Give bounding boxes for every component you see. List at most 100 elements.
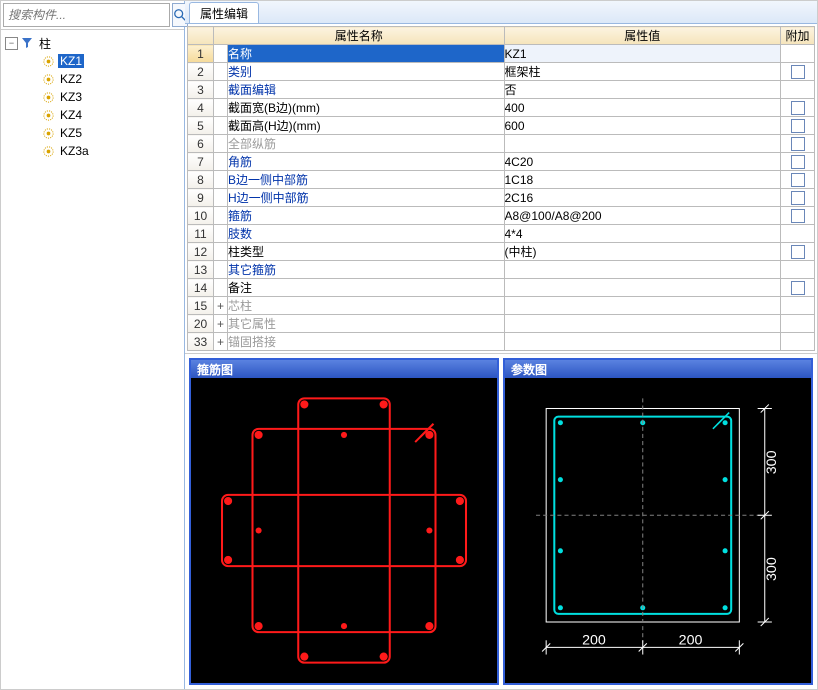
property-value[interactable] [504,333,781,351]
checkbox-icon[interactable] [791,173,805,187]
tree-item[interactable]: KZ2 [1,70,184,88]
property-extra[interactable] [781,99,815,117]
property-row[interactable]: 4截面宽(B边)(mm)400 [188,99,815,117]
property-row[interactable]: 15+芯柱 [188,297,815,315]
diagrams: 箍筋图 [185,354,817,689]
property-value[interactable] [504,315,781,333]
tree-root[interactable]: − 柱 [1,34,184,52]
dim-h2: 200 [679,632,703,648]
stirrup-diagram: 箍筋图 [189,358,499,685]
row-index: 6 [188,135,214,153]
collapse-icon[interactable]: − [5,37,18,50]
component-icon [41,108,55,122]
row-expander [214,153,228,171]
row-index: 5 [188,117,214,135]
property-value[interactable]: 否 [504,81,781,99]
row-expander[interactable]: + [214,315,228,333]
property-value[interactable] [504,261,781,279]
checkbox-icon[interactable] [791,191,805,205]
tree-item[interactable]: KZ5 [1,124,184,142]
tree-item[interactable]: KZ3 [1,88,184,106]
tabs: 属性编辑 [185,1,817,24]
property-extra[interactable] [781,135,815,153]
search-input[interactable] [3,3,170,27]
property-row[interactable]: 8 B边一侧中部筋1C18 [188,171,815,189]
property-row[interactable]: 5 截面高(H边)(mm)600 [188,117,815,135]
property-value[interactable]: 4*4 [504,225,781,243]
row-index: 12 [188,243,214,261]
checkbox-icon[interactable] [791,65,805,79]
property-value[interactable]: KZ1 [504,45,781,63]
property-row[interactable]: 11肢数4*4 [188,225,815,243]
property-name: 类别 [228,63,505,81]
row-index: 8 [188,171,214,189]
property-name: 芯柱 [228,297,505,315]
property-name: 柱类型 [228,243,505,261]
property-value[interactable]: 框架柱 [504,63,781,81]
property-extra[interactable] [781,279,815,297]
property-extra [781,261,815,279]
property-extra[interactable] [781,153,815,171]
tree-item[interactable]: KZ1 [1,52,184,70]
checkbox-icon[interactable] [791,137,805,151]
property-value[interactable]: A8@100/A8@200 [504,207,781,225]
property-extra[interactable] [781,63,815,81]
property-value[interactable]: 1C18 [504,171,781,189]
dim-v1: 300 [764,450,780,474]
property-extra[interactable] [781,243,815,261]
tree-item-label: KZ2 [58,72,84,86]
property-row[interactable]: 9H边一侧中部筋2C16 [188,189,815,207]
col-header-name[interactable]: 属性名称 [214,27,505,45]
property-row[interactable]: 1名称KZ1 [188,45,815,63]
property-row[interactable]: 3截面编辑否 [188,81,815,99]
tree-item[interactable]: KZ3a [1,142,184,160]
row-expander [214,117,228,135]
checkbox-icon[interactable] [791,119,805,133]
checkbox-icon[interactable] [791,281,805,295]
property-name: B边一侧中部筋 [228,171,505,189]
tree-item-label: KZ3 [58,90,84,104]
col-header-value[interactable]: 属性值 [504,27,781,45]
property-value[interactable]: 2C16 [504,189,781,207]
checkbox-icon[interactable] [791,101,805,115]
property-row[interactable]: 13其它箍筋 [188,261,815,279]
property-value[interactable]: 400 [504,99,781,117]
property-extra[interactable] [781,189,815,207]
checkbox-icon[interactable] [791,209,805,223]
parameter-canvas: 200 200 300 300 [505,378,811,683]
property-extra[interactable] [781,171,815,189]
property-value[interactable]: (中柱) [504,243,781,261]
property-name: 全部纵筋 [228,135,505,153]
property-value[interactable]: 600 [504,117,781,135]
col-header-extra[interactable]: 附加 [781,27,815,45]
property-extra[interactable] [781,207,815,225]
tab-property-edit[interactable]: 属性编辑 [189,2,259,23]
checkbox-icon[interactable] [791,245,805,259]
checkbox-icon[interactable] [791,155,805,169]
dim-h1: 200 [582,632,606,648]
property-row[interactable]: 14备注 [188,279,815,297]
property-row[interactable]: 7角筋4C20 [188,153,815,171]
property-name: 截面高(H边)(mm) [228,117,505,135]
property-extra[interactable] [781,117,815,135]
component-icon [41,90,55,104]
property-row[interactable]: 6 全部纵筋 [188,135,815,153]
property-value[interactable] [504,297,781,315]
row-expander[interactable]: + [214,297,228,315]
property-value[interactable]: 4C20 [504,153,781,171]
tree-root-label: 柱 [37,35,53,52]
row-expander[interactable]: + [214,333,228,351]
property-name: 角筋 [228,153,505,171]
property-grid: 属性名称 属性值 附加 1名称KZ12类别框架柱3截面编辑否4截面宽(B边)(m… [185,24,817,354]
property-row[interactable]: 20+其它属性 [188,315,815,333]
component-icon [41,144,55,158]
tree-item[interactable]: KZ4 [1,106,184,124]
property-row[interactable]: 10箍筋A8@100/A8@200 [188,207,815,225]
property-value[interactable] [504,279,781,297]
row-index: 15 [188,297,214,315]
row-index: 1 [188,45,214,63]
property-value[interactable] [504,135,781,153]
property-row[interactable]: 2类别框架柱 [188,63,815,81]
property-row[interactable]: 33+锚固搭接 [188,333,815,351]
property-row[interactable]: 12 柱类型(中柱) [188,243,815,261]
